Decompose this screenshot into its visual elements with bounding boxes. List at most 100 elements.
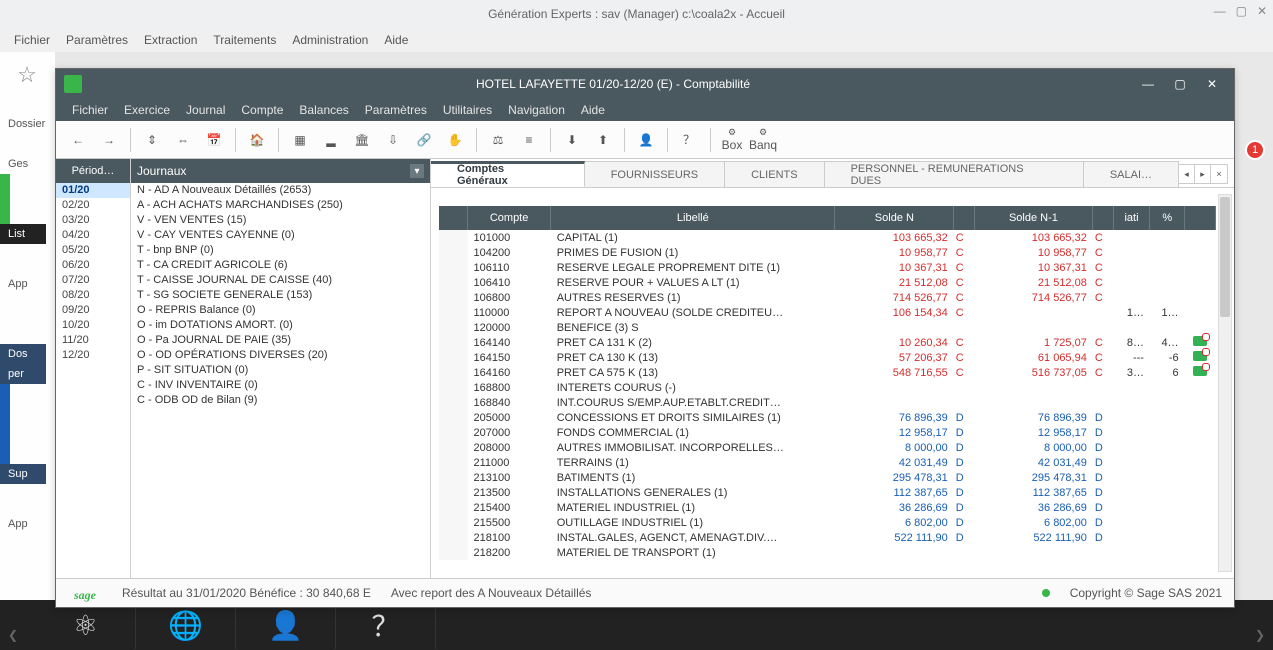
periods-header[interactable]: Périod… xyxy=(56,159,130,183)
child-close-icon[interactable]: ✕ xyxy=(1198,73,1226,95)
col-libelle[interactable]: Libellé xyxy=(551,206,835,230)
tool-banq-icon[interactable]: ⚙Banq xyxy=(749,126,777,154)
journal-item[interactable]: A - ACH ACHATS MARCHANDISES (250) xyxy=(131,198,430,213)
col-solden1[interactable]: Solde N-1 xyxy=(974,206,1093,230)
period-item[interactable]: 01/20 xyxy=(56,183,130,198)
table-row[interactable]: 215400MATERIEL INDUSTRIEL (1)36 286,69D3… xyxy=(439,500,1216,515)
table-row[interactable]: 106800AUTRES RESERVES (1)714 526,77C714 … xyxy=(439,290,1216,305)
cmenu-balances[interactable]: Balances xyxy=(299,103,348,117)
left-label-sup[interactable]: Sup xyxy=(0,464,46,484)
tab-comptes-generaux[interactable]: Comptes Généraux xyxy=(431,161,585,187)
table-row[interactable]: 106110RESERVE LEGALE PROPREMENT DITE (1)… xyxy=(439,260,1216,275)
table-row[interactable]: 208000AUTRES IMMOBILISAT. INCORPORELLES…… xyxy=(439,440,1216,455)
table-row[interactable]: 101000CAPITAL (1)103 665,32C103 665,32C xyxy=(439,230,1216,245)
tool-expand-icon[interactable]: ⇔ xyxy=(169,126,197,154)
table-row[interactable]: 104200PRIMES DE FUSION (1)10 958,77C10 9… xyxy=(439,245,1216,260)
nav-prev-icon[interactable]: ❮ xyxy=(8,628,18,642)
table-row[interactable]: 168800INTERETS COURUS (-) xyxy=(439,380,1216,395)
cmenu-exercice[interactable]: Exercice xyxy=(124,103,170,117)
period-item[interactable]: 10/20 xyxy=(56,318,130,333)
cmenu-fichier[interactable]: Fichier xyxy=(72,103,108,117)
period-item[interactable]: 05/20 xyxy=(56,243,130,258)
tool-tree-icon[interactable]: ▂ xyxy=(317,126,345,154)
tool-box-icon[interactable]: ⚙Box xyxy=(718,126,746,154)
tab-nav-prev-icon[interactable]: ◂ xyxy=(1179,165,1195,183)
col-iati[interactable]: iati xyxy=(1113,206,1150,230)
table-row[interactable]: 110000REPORT A NOUVEAU (SOLDE CREDITEU…1… xyxy=(439,305,1216,320)
table-row[interactable]: 106410RESERVE POUR + VALUES A LT (1)21 5… xyxy=(439,275,1216,290)
table-row[interactable]: 218200MATERIEL DE TRANSPORT (1) xyxy=(439,545,1216,560)
table-row[interactable]: 215500OUTILLAGE INDUSTRIEL (1)6 802,00D6… xyxy=(439,515,1216,530)
period-item[interactable]: 07/20 xyxy=(56,273,130,288)
period-item[interactable]: 09/20 xyxy=(56,303,130,318)
journal-item[interactable]: T - CAISSE JOURNAL DE CAISSE (40) xyxy=(131,273,430,288)
left-label-per[interactable]: per xyxy=(0,364,46,384)
favorite-star-icon[interactable]: ☆ xyxy=(12,62,42,92)
tab-salaires[interactable]: SALAI… xyxy=(1083,161,1179,187)
tool-balance-icon[interactable]: ⚖ xyxy=(484,126,512,154)
child-titlebar[interactable]: HOTEL LAFAYETTE 01/20-12/20 (E) - Compta… xyxy=(56,69,1234,99)
tool-import-icon[interactable]: ⇩ xyxy=(379,126,407,154)
tool-list-icon[interactable]: ≡ xyxy=(515,126,543,154)
left-label-list[interactable]: List xyxy=(0,224,46,244)
tool-collapse-icon[interactable]: ⇕ xyxy=(138,126,166,154)
table-row[interactable]: 164140PRET CA 131 K (2)10 260,34C1 725,0… xyxy=(439,335,1216,350)
left-label-dos[interactable]: Dos xyxy=(0,344,46,364)
tool-table-icon[interactable]: ▦ xyxy=(286,126,314,154)
tool-calendar-icon[interactable]: 📅 xyxy=(200,126,228,154)
tool-link-icon[interactable]: 🔗 xyxy=(410,126,438,154)
bottom-help-icon[interactable]: ？ xyxy=(336,601,436,649)
table-row[interactable]: 213500INSTALLATIONS GENERALES (1)112 387… xyxy=(439,485,1216,500)
child-maximize-icon[interactable]: ▢ xyxy=(1166,73,1194,95)
table-row[interactable]: 207000FONDS COMMERCIAL (1)12 958,17D12 9… xyxy=(439,425,1216,440)
tool-back-icon[interactable]: ← xyxy=(64,126,92,154)
tool-forward-icon[interactable]: → xyxy=(95,126,123,154)
journal-item[interactable]: T - SG SOCIETE GENERALE (153) xyxy=(131,288,430,303)
tool-bank-icon[interactable]: 🏛 xyxy=(348,126,376,154)
col-pct[interactable]: % xyxy=(1150,206,1185,230)
cmenu-aide[interactable]: Aide xyxy=(581,103,605,117)
close-icon[interactable]: ✕ xyxy=(1257,4,1267,18)
journal-item[interactable]: V - CAY VENTES CAYENNE (0) xyxy=(131,228,430,243)
nav-next-icon[interactable]: ❯ xyxy=(1255,628,1265,642)
journal-item[interactable]: T - bnp BNP (0) xyxy=(131,243,430,258)
menu-extraction[interactable]: Extraction xyxy=(144,33,197,47)
menu-fichier[interactable]: Fichier xyxy=(14,33,50,47)
tab-fournisseurs[interactable]: FOURNISSEURS xyxy=(584,161,725,187)
period-item[interactable]: 03/20 xyxy=(56,213,130,228)
tool-hand-icon[interactable]: ✋ xyxy=(441,126,469,154)
tab-clients[interactable]: CLIENTS xyxy=(724,161,824,187)
cmenu-navigation[interactable]: Navigation xyxy=(508,103,565,117)
tool-download-icon[interactable]: ⬇ xyxy=(558,126,586,154)
journal-item[interactable]: O - im DOTATIONS AMORT. (0) xyxy=(131,318,430,333)
table-row[interactable]: 205000CONCESSIONS ET DROITS SIMILAIRES (… xyxy=(439,410,1216,425)
menu-aide[interactable]: Aide xyxy=(384,33,408,47)
table-row[interactable]: 213100BATIMENTS (1)295 478,31D295 478,31… xyxy=(439,470,1216,485)
journal-item[interactable]: P - SIT SITUATION (0) xyxy=(131,363,430,378)
table-row[interactable]: 120000BENEFICE (3) S xyxy=(439,320,1216,335)
tab-nav-close-icon[interactable]: × xyxy=(1211,165,1227,183)
period-item[interactable]: 04/20 xyxy=(56,228,130,243)
period-item[interactable]: 06/20 xyxy=(56,258,130,273)
tool-user-icon[interactable]: 👤 xyxy=(632,126,660,154)
journal-item[interactable]: C - INV INVENTAIRE (0) xyxy=(131,378,430,393)
bottom-network-icon[interactable]: ⚛ xyxy=(36,601,136,649)
journaux-dropdown-icon[interactable]: ▾ xyxy=(410,164,424,178)
cmenu-utilitaires[interactable]: Utilitaires xyxy=(443,103,492,117)
period-item[interactable]: 08/20 xyxy=(56,288,130,303)
menu-parametres[interactable]: Paramètres xyxy=(66,33,128,47)
journal-item[interactable]: O - REPRIS Balance (0) xyxy=(131,303,430,318)
period-item[interactable]: 11/20 xyxy=(56,333,130,348)
table-row[interactable]: 218100INSTAL.GALES, AGENCT, AMENAGT.DIV.… xyxy=(439,530,1216,545)
table-row[interactable]: 164160PRET CA 575 K (13)548 716,55C516 7… xyxy=(439,365,1216,380)
period-item[interactable]: 12/20 xyxy=(56,348,130,363)
cmenu-journal[interactable]: Journal xyxy=(186,103,225,117)
minimize-icon[interactable]: — xyxy=(1214,4,1226,18)
tool-home-icon[interactable]: 🏠 xyxy=(243,126,271,154)
maximize-icon[interactable]: ▢ xyxy=(1236,4,1247,18)
bottom-globe-icon[interactable]: 🌐 xyxy=(136,601,236,649)
journal-item[interactable]: T - CA CREDIT AGRICOLE (6) xyxy=(131,258,430,273)
journal-item[interactable]: V - VEN VENTES (15) xyxy=(131,213,430,228)
tab-personnel[interactable]: PERSONNEL - REMUNERATIONS DUES xyxy=(824,161,1084,187)
cmenu-parametres[interactable]: Paramètres xyxy=(365,103,427,117)
